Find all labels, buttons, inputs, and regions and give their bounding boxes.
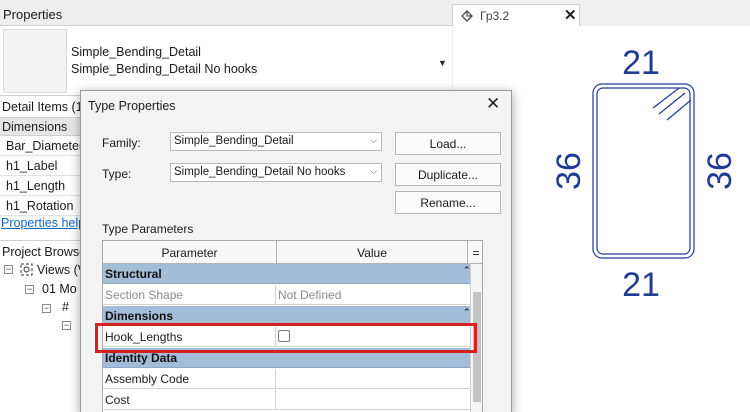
dimension-top: 21 xyxy=(622,44,660,82)
dimension-right: 36 xyxy=(701,152,739,190)
section-title: Dimensions xyxy=(105,309,174,323)
type-dropdown[interactable]: Simple_Bending_Detail No hooks ⌵ xyxy=(170,163,382,182)
view-tab[interactable]: Гр3.2 ✕ xyxy=(452,4,580,26)
duplicate-button[interactable]: Duplicate... xyxy=(395,163,501,186)
dialog-title: Type Properties xyxy=(88,99,176,113)
close-icon[interactable]: ✕ xyxy=(486,94,500,114)
type-properties-dialog: Type Properties ✕ Family: Simple_Bending… xyxy=(80,90,512,412)
table-row[interactable]: Section Shape Not Defined xyxy=(103,285,470,305)
table-row[interactable]: Hook_Lengths xyxy=(103,327,470,347)
parameter-name: Section Shape xyxy=(103,285,276,305)
type-label: Type: xyxy=(102,167,132,181)
collapse-icon[interactable]: − xyxy=(25,285,34,294)
dimension-bottom: 21 xyxy=(622,266,660,304)
stirrup-hook xyxy=(652,87,692,121)
dimension-left: 36 xyxy=(550,152,588,190)
section-title: Identity Data xyxy=(105,351,178,365)
parameter-name: Hook_Lengths xyxy=(103,327,276,347)
column-header-parameter[interactable]: Parameter xyxy=(103,241,277,264)
type-parameters-grid: Parameter Value = Structural ⌃ Section S… xyxy=(102,240,483,412)
type-selector[interactable]: Simple_Bending_Detail Simple_Bending_Det… xyxy=(0,26,452,96)
views-icon xyxy=(20,263,33,276)
family-value: Simple_Bending_Detail xyxy=(174,135,294,147)
column-header-value[interactable]: Value xyxy=(277,241,468,264)
collapse-icon[interactable]: − xyxy=(62,321,71,330)
table-row[interactable]: Cost xyxy=(103,390,470,410)
parameter-value[interactable] xyxy=(276,390,466,410)
tree-item-view[interactable]: # xyxy=(62,300,69,314)
section-header-structural[interactable]: Structural ⌃ xyxy=(103,264,471,284)
table-row[interactable]: Assembly Code xyxy=(103,369,470,389)
drafting-view-icon xyxy=(461,10,473,22)
collapse-icon[interactable]: − xyxy=(42,304,51,313)
load-button[interactable]: Load... xyxy=(395,132,501,155)
type-parameters-label: Type Parameters xyxy=(102,222,194,236)
chevron-down-icon[interactable]: ▼ xyxy=(438,58,447,68)
tree-item-view-type[interactable]: 01 Mo xyxy=(42,282,77,296)
type-selector-type: Simple_Bending_Detail No hooks xyxy=(71,62,258,76)
section-header-dimensions[interactable]: Dimensions ⌃ xyxy=(103,306,471,326)
column-header-formula[interactable]: = xyxy=(468,241,482,264)
parameter-value xyxy=(276,327,466,347)
vertical-scrollbar[interactable] xyxy=(470,264,482,412)
properties-help-link[interactable]: Properties help xyxy=(1,216,85,230)
view-tab-title: Гр3.2 xyxy=(480,9,510,23)
close-icon[interactable]: ✕ xyxy=(564,6,577,24)
type-value: Simple_Bending_Detail No hooks xyxy=(174,166,346,178)
type-thumbnail xyxy=(3,29,67,93)
hook-lengths-checkbox[interactable] xyxy=(278,330,290,342)
family-dropdown[interactable]: Simple_Bending_Detail ⌵ xyxy=(170,132,382,151)
parameter-value[interactable] xyxy=(276,369,466,389)
chevron-down-icon: ⌵ xyxy=(370,135,377,145)
chevron-down-icon: ⌵ xyxy=(370,166,377,176)
properties-title: Properties xyxy=(0,0,452,26)
parameter-name: Assembly Code xyxy=(103,369,276,389)
parameter-name: Cost xyxy=(103,390,276,410)
section-title: Structural xyxy=(105,267,162,281)
scrollbar-thumb[interactable] xyxy=(473,292,481,402)
collapse-icon[interactable]: − xyxy=(4,265,13,274)
family-label: Family: xyxy=(102,136,141,150)
tree-item-views[interactable]: Views (V xyxy=(37,263,86,277)
section-header-identity-data[interactable]: Identity Data ⌃ xyxy=(103,348,471,368)
type-selector-family: Simple_Bending_Detail xyxy=(71,45,201,59)
rename-button[interactable]: Rename... xyxy=(395,191,501,214)
parameter-value: Not Defined xyxy=(278,288,342,302)
